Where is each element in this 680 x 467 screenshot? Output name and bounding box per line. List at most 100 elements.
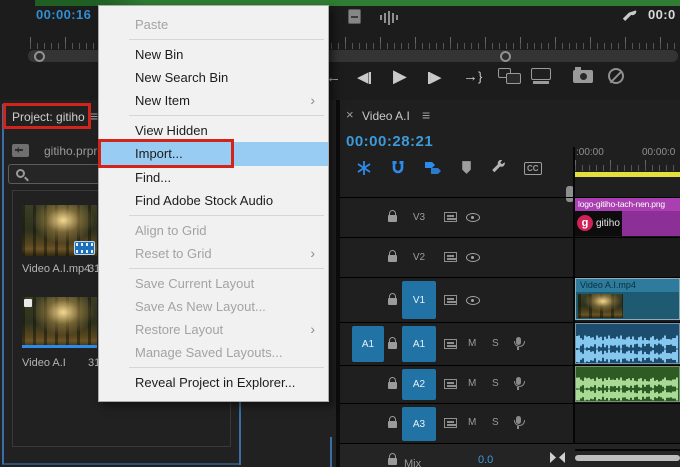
export-frame-camera-icon[interactable] <box>573 67 593 83</box>
lock-icon[interactable] <box>388 293 397 305</box>
captions-cc-icon[interactable]: CC <box>524 162 542 175</box>
wrench-icon[interactable] <box>620 8 638 25</box>
track-row-a3[interactable]: A3 M S <box>340 403 680 443</box>
menu-item-reveal-project-in-explorer[interactable]: Reveal Project in Explorer... <box>99 371 328 394</box>
menu-separator <box>129 268 324 269</box>
sequence-badge-icon <box>24 299 32 307</box>
gitiho-logo-badge: g <box>577 215 593 231</box>
sync-lock-icon[interactable] <box>444 379 457 389</box>
play-button[interactable]: ▶ <box>393 67 407 85</box>
solo-button[interactable]: S <box>492 378 499 389</box>
solo-button[interactable]: S <box>492 417 499 428</box>
sequence-name[interactable]: Video A.I <box>22 357 66 369</box>
playhead-handle-right[interactable] <box>500 51 511 62</box>
premiere-pro-window: 00:00:16 00:0 ← ◀ ▶ ▶ →} Project: gitiho… <box>0 0 680 467</box>
step-forward-button[interactable]: ▶ <box>428 69 442 87</box>
track-target-a2[interactable]: A2 <box>402 369 436 400</box>
timeline-settings-wrench-icon[interactable] <box>490 160 506 176</box>
sync-lock-icon[interactable] <box>444 339 457 349</box>
clip-name[interactable]: Video A.I.mp4 <box>22 263 90 275</box>
sync-lock-icon[interactable] <box>444 295 457 305</box>
clip-logo-png[interactable]: logo-gitiho-tach-nen.png g gitiho <box>575 198 680 236</box>
menu-item-paste[interactable]: Paste <box>99 13 328 36</box>
menu-item-find[interactable]: Find... <box>99 166 328 189</box>
track-target-a1[interactable]: A1 <box>402 326 436 362</box>
toggle-track-output-eye-icon[interactable] <box>466 296 480 305</box>
mute-button[interactable]: M <box>468 417 476 428</box>
snap-magnet-icon[interactable] <box>390 160 406 176</box>
toggle-track-output-eye-icon[interactable] <box>466 253 480 262</box>
menu-item-new-bin[interactable]: New Bin <box>99 43 328 66</box>
close-icon[interactable]: × <box>346 107 354 122</box>
menu-item-align-to-grid[interactable]: Align to Grid <box>99 219 328 242</box>
list-item-video[interactable] <box>22 205 97 256</box>
drag-to-monitors-icon[interactable] <box>498 68 526 88</box>
submenu-arrow-icon: › <box>310 92 315 108</box>
lock-icon[interactable] <box>388 337 397 349</box>
timeline-ruler[interactable] <box>575 160 680 171</box>
track-target-v1[interactable]: V1 <box>402 281 436 319</box>
mute-button[interactable]: M <box>468 338 476 349</box>
menu-item-new-item[interactable]: New Item › <box>99 89 328 112</box>
work-area-bar[interactable] <box>575 172 680 177</box>
mix-level-value[interactable]: 0.0 <box>478 454 493 466</box>
sync-lock-icon[interactable] <box>444 212 457 222</box>
track-target-a3[interactable]: A3 <box>402 407 436 441</box>
global-fx-mute-icon[interactable] <box>608 68 624 84</box>
menu-item-restore-layout[interactable]: Restore Layout › <box>99 318 328 341</box>
clip-video-v1[interactable]: Video A.I.mp4 <box>575 278 680 320</box>
timeline-panel: × Video A.I ≡ 00:00:28:21 CC :00:00 00:0… <box>340 100 680 467</box>
mix-label: Mix <box>404 458 422 467</box>
project-root-bin-icon[interactable] <box>12 144 29 157</box>
toggle-track-output-eye-icon[interactable] <box>466 213 480 222</box>
menu-item-find-adobe-stock-audio[interactable]: Find Adobe Stock Audio <box>99 189 328 212</box>
source-patch-a1[interactable]: A1 <box>352 326 384 362</box>
track-target-v3[interactable]: V3 <box>402 202 436 233</box>
add-marker-icon[interactable] <box>460 160 473 175</box>
menu-item-reset-to-grid[interactable]: Reset to Grid › <box>99 242 328 265</box>
annotation-box-project-tab <box>3 103 91 129</box>
lock-icon[interactable] <box>388 250 397 262</box>
clip-audio-a2[interactable] <box>575 366 680 402</box>
track-row-v2[interactable]: V2 <box>340 237 680 277</box>
lock-icon[interactable] <box>388 377 397 389</box>
voiceover-mic-icon[interactable] <box>514 337 525 350</box>
ruler-label: 00:00:0 <box>642 147 676 158</box>
playhead-handle-left[interactable] <box>34 51 45 62</box>
mute-button[interactable]: M <box>468 378 476 389</box>
menu-separator <box>129 39 324 40</box>
menu-item-new-search-bin[interactable]: New Search Bin <box>99 66 328 89</box>
drag-video-only-icon[interactable] <box>348 9 361 24</box>
lock-icon[interactable] <box>388 416 397 428</box>
list-item-sequence[interactable] <box>22 297 97 348</box>
menu-item-manage-saved-layouts[interactable]: Manage Saved Layouts... <box>99 341 328 364</box>
fit-timeline-icon[interactable] <box>550 452 565 463</box>
step-back-button[interactable]: ◀ <box>357 69 371 87</box>
voiceover-mic-icon[interactable] <box>514 377 525 390</box>
track-target-v2[interactable]: V2 <box>402 242 436 273</box>
menu-item-save-as-new-layout[interactable]: Save As New Layout... <box>99 295 328 318</box>
nest-toggle-icon[interactable] <box>356 160 372 176</box>
waveform <box>576 377 678 389</box>
lock-icon[interactable] <box>388 453 397 465</box>
linked-selection-icon[interactable] <box>424 160 442 176</box>
go-to-out-button[interactable]: →} <box>463 68 482 86</box>
clip-audio-a1[interactable] <box>575 323 680 364</box>
panel-focus-border-left <box>2 104 4 464</box>
timeline-tab[interactable]: Video A.I <box>362 109 410 123</box>
timeline-timecode[interactable]: 00:00:28:21 <box>346 133 433 150</box>
drag-audio-only-icon[interactable] <box>380 10 398 25</box>
context-menu: Paste New Bin New Search Bin New Item › V… <box>98 5 329 402</box>
menu-item-save-current-layout[interactable]: Save Current Layout <box>99 272 328 295</box>
timeline-hscrollbar[interactable] <box>575 455 680 461</box>
sync-lock-icon[interactable] <box>444 252 457 262</box>
lock-icon[interactable] <box>388 210 397 222</box>
project-root-name[interactable]: gitiho.prpro <box>44 144 104 158</box>
gitiho-logo-text: gitiho <box>596 218 620 229</box>
sync-lock-icon[interactable] <box>444 418 457 428</box>
voiceover-mic-icon[interactable] <box>514 416 525 429</box>
timeline-panel-menu-icon[interactable]: ≡ <box>422 107 430 123</box>
export-monitor-icon[interactable] <box>531 68 557 88</box>
solo-button[interactable]: S <box>492 338 499 349</box>
panel-menu-icon[interactable]: ≡ <box>90 108 98 124</box>
